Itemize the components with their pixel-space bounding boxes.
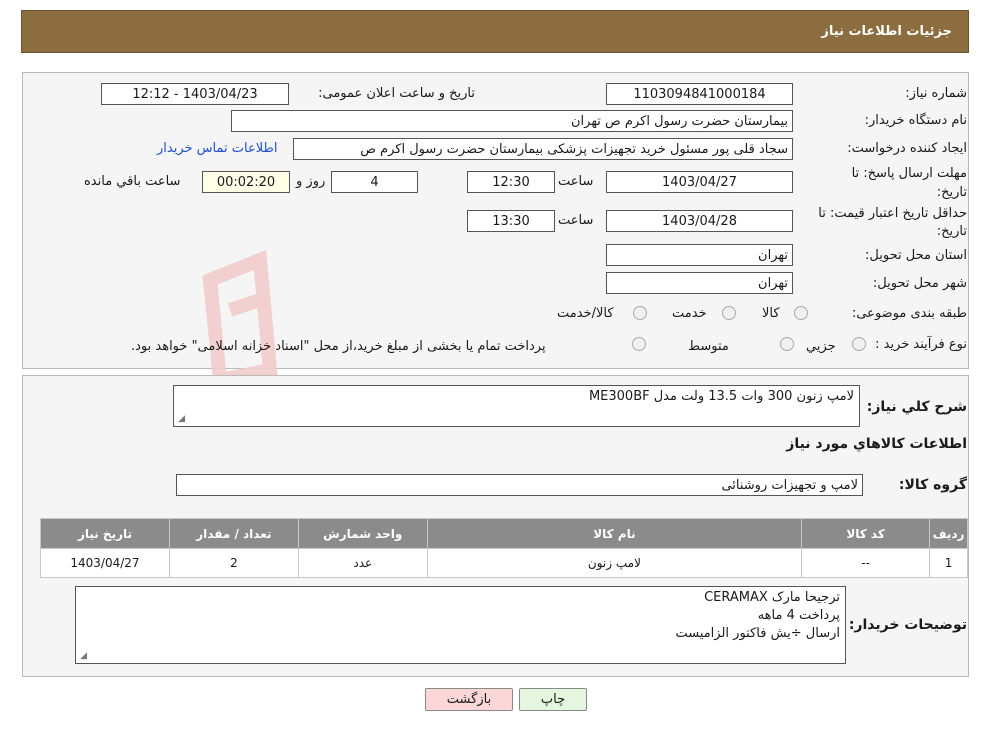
cell-quantity: 2 (168, 548, 299, 578)
validity-time-field: 13:30 (467, 210, 555, 232)
validity-date-field: 1403/04/28 (606, 210, 793, 232)
page-header: جزئیات اطلاعات نیاز (21, 10, 969, 53)
process-type-label: نوع فرآیند خرید : (875, 337, 967, 352)
remaining-time-label: ساعت باقي مانده (84, 174, 181, 189)
creator-label: ایجاد کننده درخواست: (847, 141, 967, 156)
cell-code: -- (801, 548, 931, 578)
col-header-date: تاریخ نیاز (40, 518, 170, 549)
cell-date: 1403/04/27 (40, 548, 170, 578)
category-radio-service[interactable] (722, 306, 736, 320)
table-row: 1 -- لامپ زنون عدد 2 1403/04/27 (40, 548, 968, 578)
validity-time-label: ساعت (558, 213, 594, 228)
summary-textarea[interactable]: لامپ زنون 300 وات 13.5 ولت مدل ME300BF ◢ (173, 385, 860, 427)
deadline-label-2: تاریخ: (936, 185, 967, 200)
buyer-org-field: بیمارستان حضرت رسول اکرم ص تهران (231, 110, 793, 132)
need-number-field: 1103094841000184 (606, 83, 793, 105)
validity-label: حداقل تاریخ اعتبار قیمت: تا (818, 206, 967, 221)
buyer-note-line: ارسال ÷یش فاکتور الزامیست (675, 626, 840, 641)
goods-table-header-row: رديف کد کالا نام کالا واحد شمارش تعداد /… (40, 518, 968, 549)
col-header-quantity: تعداد / مقدار (168, 518, 299, 549)
creator-field: سجاد قلی پور مسئول خرید تجهیزات پزشکی بی… (293, 138, 793, 160)
deadline-time-label: ساعت (558, 174, 594, 189)
province-label: استان محل تحویل: (865, 248, 967, 263)
cell-name: لامپ زنون (426, 548, 803, 578)
resize-grip-icon[interactable]: ◢ (176, 415, 185, 424)
city-label: شهر محل تحویل: (872, 276, 967, 291)
cell-row: 1 (929, 548, 968, 578)
remaining-time-field: 00:02:20 (202, 171, 290, 193)
deadline-date-field: 1403/04/27 (606, 171, 793, 193)
process-option-minor: جزيي (806, 339, 836, 354)
deadline-time-field: 12:30 (467, 171, 555, 193)
process-option-medium: متوسط (688, 339, 729, 354)
days-field: 4 (331, 171, 418, 193)
print-button[interactable]: چاپ (519, 688, 587, 711)
col-header-name: نام کالا (426, 518, 803, 549)
announce-field: 1403/04/23 - 12:12 (101, 83, 289, 105)
category-label: طبقه بندی موضوعی: (851, 306, 967, 321)
goods-section-title: اطلاعات کالاهاي مورد نياز (786, 436, 967, 452)
col-header-code: کد کالا (801, 518, 931, 549)
buyer-contact-link[interactable]: اطلاعات تماس خریدار (157, 141, 277, 156)
category-radio-goods[interactable] (794, 306, 808, 320)
buyer-note-line: ترجیحا مارک CERAMAX (704, 590, 840, 605)
city-field: تهران (606, 272, 793, 294)
summary-label: شرح کلي نياز: (866, 399, 967, 415)
treasury-checkbox[interactable] (632, 337, 646, 351)
buyer-note-line: پرداخت 4 ماهه (757, 608, 840, 623)
announce-label: تاریخ و ساعت اعلان عمومی: (318, 86, 475, 101)
page-title: جزئیات اطلاعات نیاز (821, 24, 952, 39)
goods-group-field: لامپ و تجهیزات روشنائی (176, 474, 863, 496)
category-radio-goods-service[interactable] (633, 306, 647, 320)
col-header-row: رديف (929, 518, 968, 549)
days-label: روز و (296, 174, 326, 189)
treasury-note: پرداخت تمام یا بخشی از مبلغ خرید،از محل … (131, 339, 546, 354)
resize-grip-icon[interactable]: ◢ (78, 652, 87, 661)
province-field: تهران (606, 244, 793, 266)
buyer-notes-label: توضیحات خریدار: (848, 617, 967, 633)
buyer-notes-textarea[interactable]: ترجیحا مارک CERAMAX پرداخت 4 ماهه ارسال … (75, 586, 846, 664)
process-radio-minor[interactable] (852, 337, 866, 351)
goods-table: رديف کد کالا نام کالا واحد شمارش تعداد /… (40, 518, 968, 578)
cell-unit: عدد (297, 548, 428, 578)
deadline-label: مهلت ارسال پاسخ: تا (851, 166, 967, 181)
category-option-goods-service: کالا/خدمت (557, 306, 614, 321)
col-header-unit: واحد شمارش (297, 518, 428, 549)
back-button[interactable]: بازگشت (425, 688, 513, 711)
need-number-label: شماره نیاز: (905, 86, 967, 101)
category-option-service: خدمت (672, 306, 707, 321)
category-option-goods: کالا (762, 306, 780, 321)
validity-label-2: تاریخ: (936, 224, 967, 239)
process-radio-medium[interactable] (780, 337, 794, 351)
summary-text: لامپ زنون 300 وات 13.5 ولت مدل ME300BF (588, 389, 854, 404)
goods-group-label: گروه کالا: (898, 477, 967, 493)
buyer-org-label: نام دستگاه خریدار: (864, 113, 967, 128)
